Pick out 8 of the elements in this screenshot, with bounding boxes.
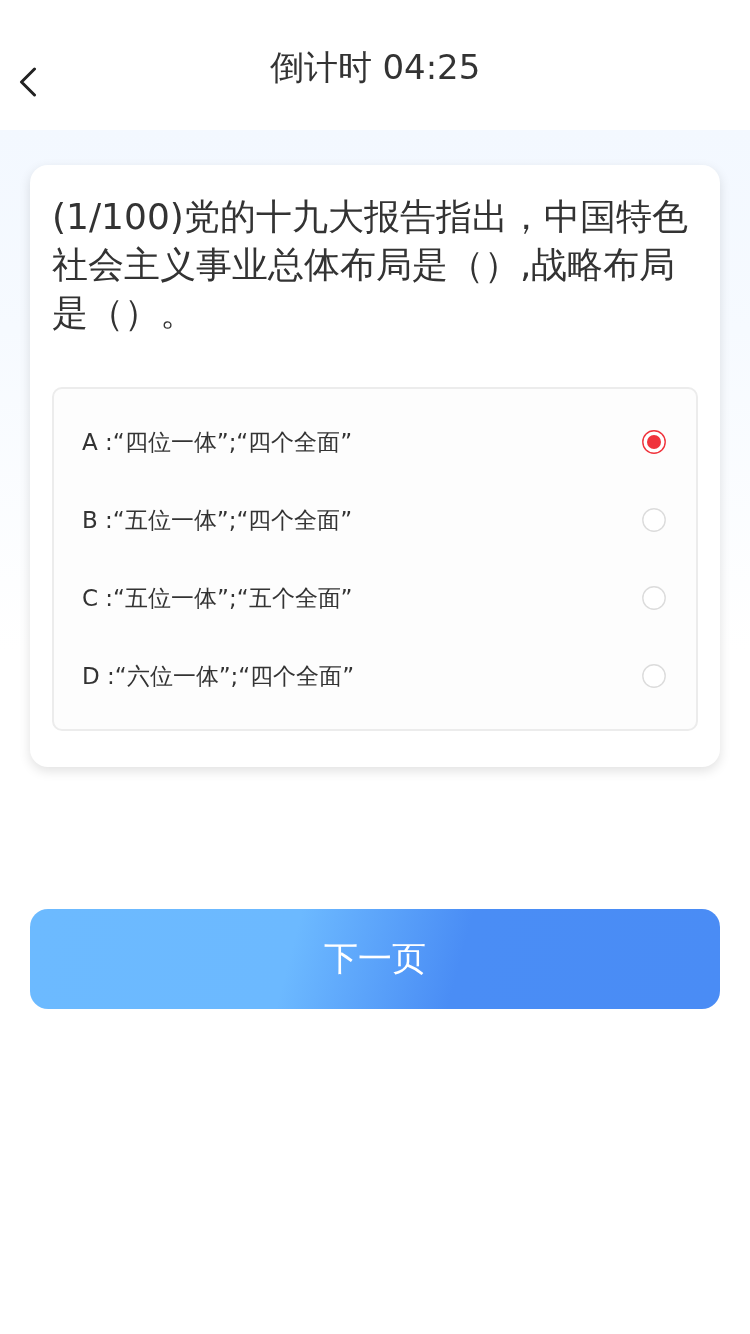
option-label[interactable]: D :“六位一体”;“四个全面” <box>82 660 355 692</box>
option-label[interactable]: B :“五位一体”;“四个全面” <box>82 504 353 536</box>
countdown-title: 倒计时 04:25 <box>269 46 481 89</box>
option-label[interactable]: A :“四位一体”;“四个全面” <box>82 426 353 458</box>
radio-icon[interactable] <box>642 430 666 454</box>
option-label[interactable]: C :“五位一体”;“五个全面” <box>82 582 353 614</box>
back-icon[interactable] <box>19 67 37 97</box>
question-text: (1/100)党的十九大报告指出，中国特色社会主义事业总体布局是（）,战略布局是（）。 <box>52 195 689 335</box>
